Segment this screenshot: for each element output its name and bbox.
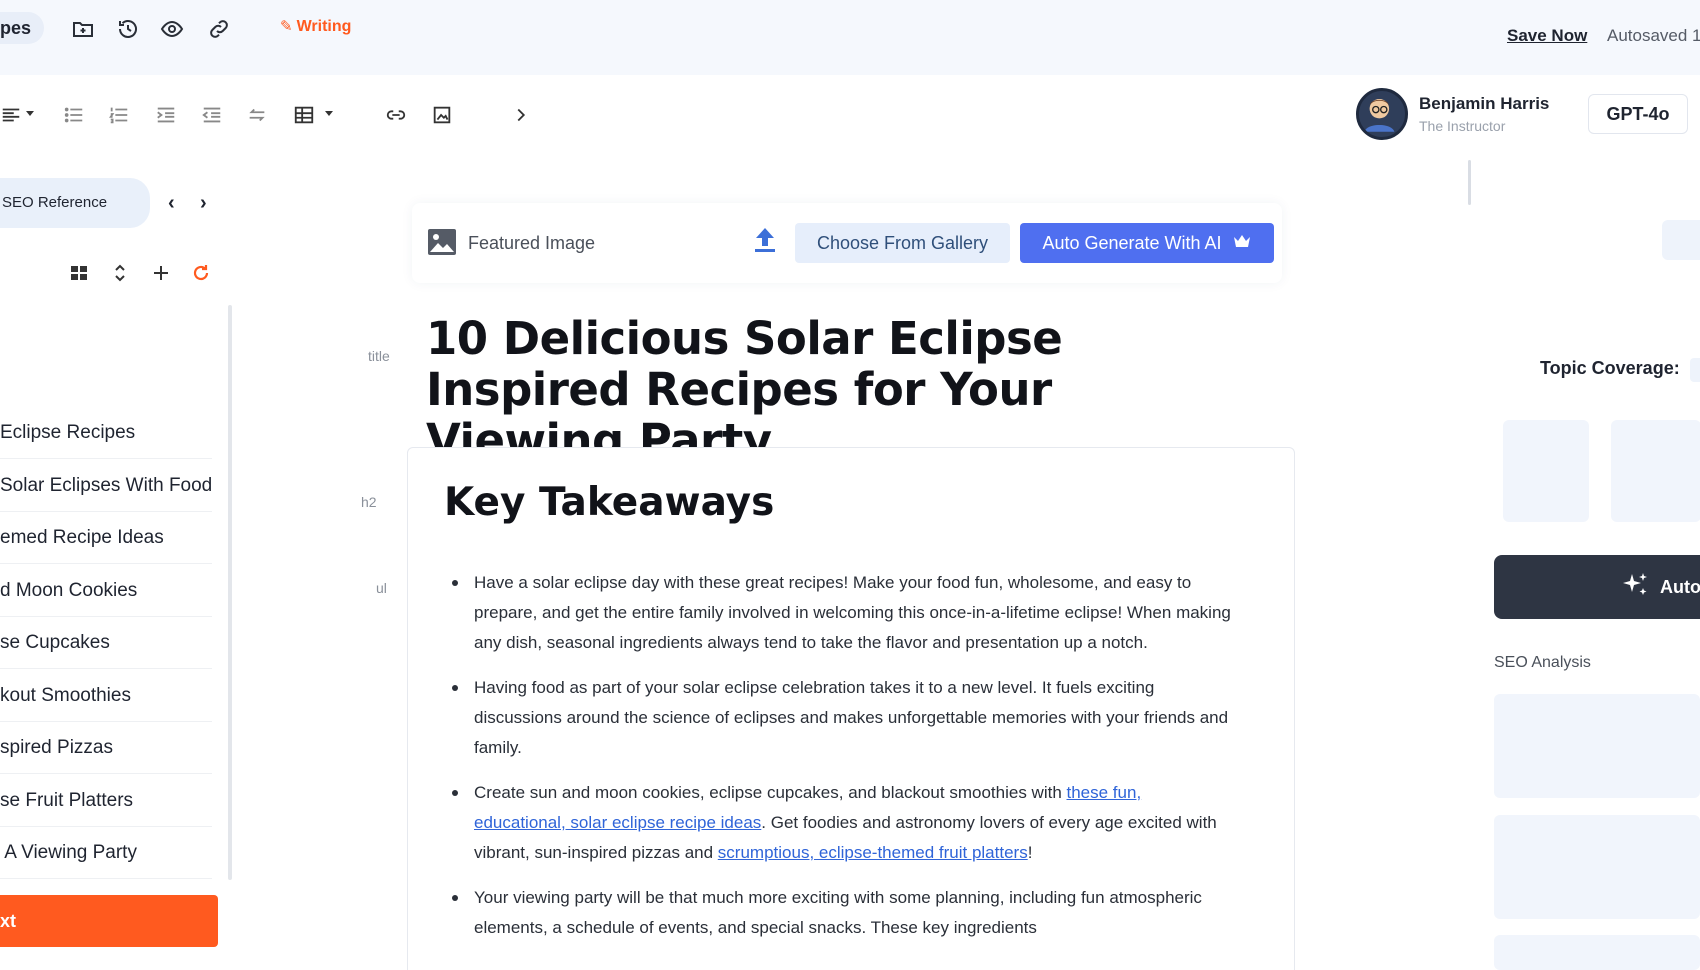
align-dropdown-caret[interactable] xyxy=(26,111,34,116)
outline-item[interactable]: A Viewing Party xyxy=(0,827,212,879)
auto-optimize-button[interactable]: Auto xyxy=(1494,555,1700,619)
outline-item[interactable]: se Fruit Platters xyxy=(0,775,212,827)
outline-item[interactable]: d Moon Cookies xyxy=(0,565,212,617)
list-item[interactable]: Having food as part of your solar eclips… xyxy=(452,673,1234,763)
outline-item[interactable]: emed Recipe Ideas xyxy=(0,512,212,564)
next-button[interactable]: xt xyxy=(0,895,218,947)
block-tag-ul: ul xyxy=(376,580,387,596)
list-item[interactable]: Your viewing party will be that much mor… xyxy=(452,883,1234,943)
avatar[interactable] xyxy=(1356,88,1408,140)
autosave-status: Autosaved 1 xyxy=(1607,26,1700,45)
analysis-card xyxy=(1494,935,1700,970)
right-panel-chip xyxy=(1662,220,1700,260)
align-icon[interactable] xyxy=(0,102,26,128)
link-icon[interactable] xyxy=(205,15,233,43)
add-icon[interactable] xyxy=(149,261,173,285)
indent-icon[interactable] xyxy=(151,102,181,128)
section-heading[interactable]: Key Takeaways xyxy=(444,480,774,525)
model-selector-button[interactable]: GPT-4o xyxy=(1588,94,1688,134)
expand-collapse-icon[interactable] xyxy=(108,261,132,285)
image-icon xyxy=(427,228,457,256)
takeaways-list[interactable]: Have a solar eclipse day with these grea… xyxy=(452,568,1234,958)
bullet-list-icon[interactable] xyxy=(59,102,89,128)
grid-view-icon[interactable] xyxy=(67,261,91,285)
numbered-list-icon[interactable] xyxy=(104,102,134,128)
wrap-icon[interactable] xyxy=(242,102,272,128)
outline-item[interactable]: Eclipse Recipes xyxy=(0,407,212,459)
list-item[interactable]: Have a solar eclipse day with these grea… xyxy=(452,568,1234,658)
upload-icon[interactable] xyxy=(752,226,778,254)
auto-generate-ai-button[interactable]: Auto Generate With AI xyxy=(1020,223,1274,263)
prev-arrow-icon[interactable]: ‹ xyxy=(168,192,175,215)
analysis-card xyxy=(1494,815,1700,919)
crown-icon xyxy=(1232,233,1252,254)
tab-seo-reference[interactable]: SEO Reference xyxy=(0,178,150,228)
more-chevron-icon[interactable] xyxy=(506,102,536,128)
refresh-icon[interactable] xyxy=(189,261,213,285)
outline-item[interactable]: Solar Eclipses With Food xyxy=(0,460,212,512)
user-name: Benjamin Harris xyxy=(1419,94,1550,113)
outline-scrollbar[interactable] xyxy=(228,305,232,880)
outline-item[interactable]: se Cupcakes xyxy=(0,617,212,669)
fruit-platters-link[interactable]: scrumptious, eclipse-themed fruit platte… xyxy=(718,843,1028,862)
metric-card xyxy=(1503,420,1589,522)
featured-image-label: Featured Image xyxy=(468,233,596,253)
writing-mode-indicator[interactable]: ✎ Writing xyxy=(280,17,351,36)
outline-item[interactable]: spired Pizzas xyxy=(0,722,212,774)
pencil-icon: ✎ xyxy=(280,18,293,35)
table-icon[interactable] xyxy=(289,102,319,128)
sparkle-icon xyxy=(1622,571,1650,604)
insert-image-icon[interactable] xyxy=(427,102,457,128)
block-tag-title: title xyxy=(368,348,390,364)
panel-resize-handle[interactable] xyxy=(1468,160,1471,205)
table-dropdown-caret[interactable] xyxy=(325,111,333,116)
choose-from-gallery-button[interactable]: Choose From Gallery xyxy=(795,223,1010,263)
metric-card xyxy=(1611,420,1700,522)
top-bar xyxy=(0,0,1700,75)
outline-item[interactable]: kout Smoothies xyxy=(0,670,212,722)
topic-coverage-value xyxy=(1690,358,1700,382)
insert-link-icon[interactable] xyxy=(381,102,411,128)
next-arrow-icon[interactable]: › xyxy=(200,192,207,215)
folder-icon[interactable] xyxy=(69,15,97,43)
preview-eye-icon[interactable] xyxy=(158,15,186,43)
breadcrumb[interactable]: pes xyxy=(0,12,44,44)
outdent-icon[interactable] xyxy=(197,102,227,128)
history-icon[interactable] xyxy=(114,15,142,43)
save-now-link[interactable]: Save Now xyxy=(1507,26,1587,46)
analysis-card xyxy=(1494,694,1700,798)
list-item[interactable]: Create sun and moon cookies, eclipse cup… xyxy=(452,778,1234,868)
seo-analysis-heading: SEO Analysis xyxy=(1494,654,1591,671)
block-tag-h2: h2 xyxy=(361,494,377,510)
topic-coverage-label: Topic Coverage: xyxy=(1540,358,1680,378)
article-title[interactable]: 10 Delicious Solar Eclipse Inspired Reci… xyxy=(426,313,1246,466)
user-role: The Instructor xyxy=(1419,118,1506,134)
